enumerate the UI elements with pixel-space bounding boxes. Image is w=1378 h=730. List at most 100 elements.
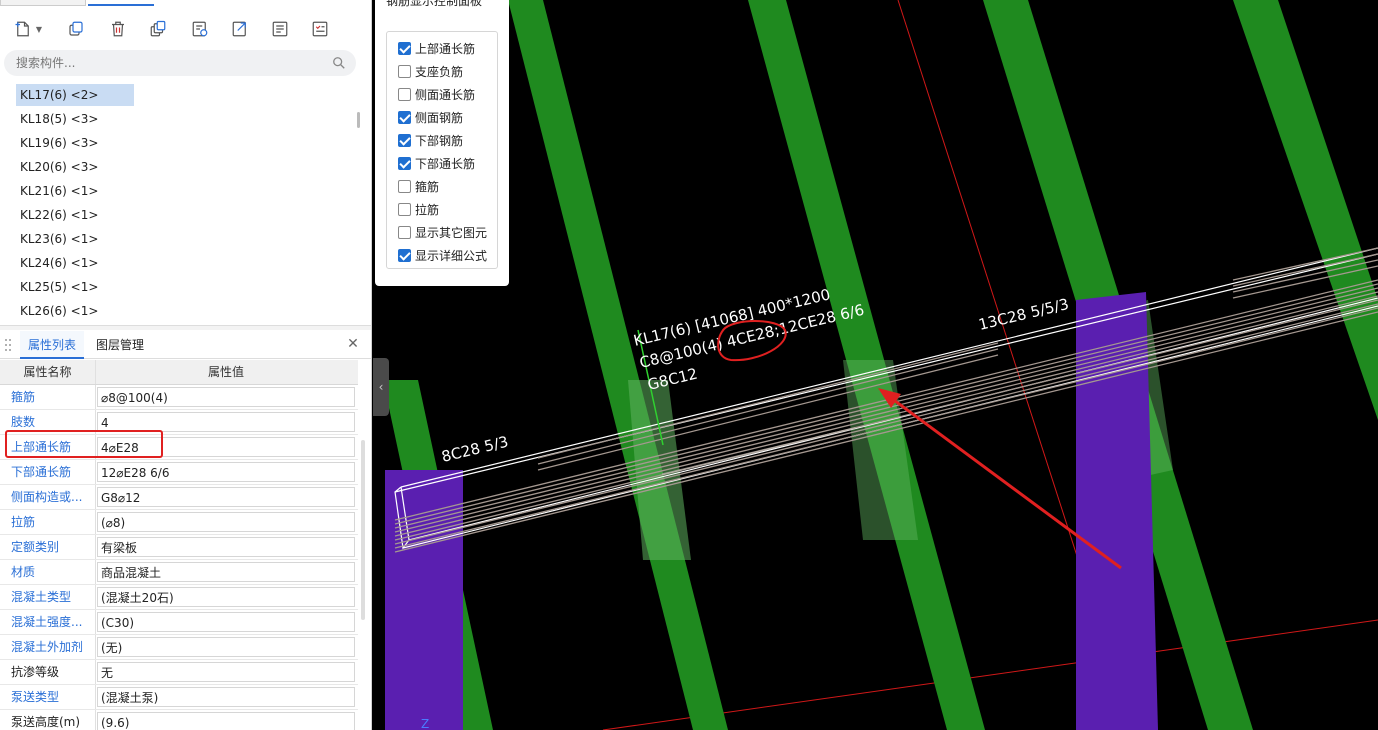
checkbox-unchecked-icon[interactable] <box>398 225 411 239</box>
tab-property-list[interactable]: 属性列表 <box>20 331 85 359</box>
export-icon <box>232 21 246 37</box>
property-value[interactable]: (C30) <box>97 612 355 632</box>
checkbox-option[interactable]: 箍筋 <box>398 177 439 195</box>
new-file-icon <box>15 21 29 37</box>
top-tab-bar <box>0 0 371 8</box>
checkbox-checked-icon[interactable] <box>398 133 411 147</box>
property-value[interactable]: 商品混凝土 <box>97 562 355 582</box>
property-scrollbar[interactable] <box>361 440 365 620</box>
list-item[interactable]: KL19(6) <3> <box>16 132 134 154</box>
property-value[interactable]: (混凝土20石) <box>97 587 355 607</box>
axis-z-indicator: Z <box>421 717 429 730</box>
property-value[interactable]: 4 <box>97 412 355 432</box>
property-name: 混凝土强度... <box>0 610 96 634</box>
collapse-panel-button[interactable]: ‹ <box>373 358 389 416</box>
list-item[interactable]: KL22(6) <1> <box>16 204 134 226</box>
checkbox-checked-icon[interactable] <box>398 156 411 170</box>
checkbox-option[interactable]: 拉筋 <box>398 200 439 218</box>
column-purple <box>385 470 463 730</box>
layer-copy-button[interactable] <box>144 16 172 42</box>
list-item[interactable]: KL17(6) <2> <box>16 84 134 106</box>
rebar-display-control-panel: 钢筋显示控制面板 上部通长筋支座负筋侧面通长筋侧面钢筋下部钢筋下部通长筋箍筋拉筋… <box>375 0 509 286</box>
component-toolbar: ▼ <box>0 12 371 46</box>
property-value[interactable]: 12⌀E28 6/6 <box>97 462 355 482</box>
property-name: 箍筋 <box>0 385 96 409</box>
checkbox-option[interactable]: 侧面通长筋 <box>398 85 475 103</box>
viewport-canvas: ━━━━━━━━━━━━━━━━━━━━━━━━━━━━━━ KL17(6) [… <box>383 0 1378 730</box>
property-value[interactable]: (⌀8) <box>97 512 355 532</box>
checkbox-option[interactable]: 下部钢筋 <box>398 131 463 149</box>
export-button[interactable] <box>226 16 254 42</box>
table-row: 定额类别 有梁板 <box>0 535 358 560</box>
copy-button[interactable] <box>62 16 90 42</box>
delete-button[interactable] <box>104 16 132 42</box>
property-name: 抗渗等级 <box>0 660 96 684</box>
search-icon[interactable] <box>332 56 346 70</box>
checkbox-checked-icon[interactable] <box>398 248 411 262</box>
top-tab-1[interactable] <box>0 0 86 6</box>
list-item[interactable]: KL21(6) <1> <box>16 180 134 202</box>
list-item[interactable]: KL24(6) <1> <box>16 252 134 274</box>
tab-layer-management[interactable]: 图层管理 <box>88 331 152 359</box>
3d-viewport[interactable]: ━━━━━━━━━━━━━━━━━━━━━━━━━━━━━━ KL17(6) [… <box>373 0 1378 730</box>
property-panel-header: 属性列表 图层管理 ✕ <box>0 331 371 359</box>
checkbox-label: 拉筋 <box>415 202 440 217</box>
left-support-label: 8C28 5/3 <box>440 433 510 466</box>
list-item[interactable]: KL18(5) <3> <box>16 108 134 130</box>
list-item[interactable]: KL26(6) <1> <box>16 300 134 322</box>
floor-copy-button[interactable] <box>186 16 214 42</box>
property-value[interactable]: G8⌀12 <box>97 487 355 507</box>
property-name: 拉筋 <box>0 510 96 534</box>
checkbox-option[interactable]: 下部通长筋 <box>398 154 475 172</box>
checkbox-checked-icon[interactable] <box>398 110 411 124</box>
property-value[interactable]: 有梁板 <box>97 537 355 557</box>
checkbox-label: 箍筋 <box>415 179 440 194</box>
properties-button[interactable] <box>266 16 294 42</box>
property-value[interactable]: (9.6) <box>97 712 355 730</box>
checkbox-unchecked-icon[interactable] <box>398 64 411 78</box>
checkbox-label: 下部通长筋 <box>415 156 476 171</box>
filter-button[interactable] <box>306 16 334 42</box>
checkbox-option[interactable]: 上部通长筋 <box>398 39 475 57</box>
control-panel-title: 钢筋显示控制面板 <box>386 0 483 8</box>
property-value[interactable]: ⌀8@100(4) <box>97 387 355 407</box>
table-row: 下部通长筋 12⌀E28 6/6 <box>0 460 358 485</box>
property-name: 泵送高度(m) <box>0 710 96 730</box>
list-scrollbar[interactable] <box>357 112 360 128</box>
search-input[interactable] <box>16 54 316 72</box>
table-row: 箍筋 ⌀8@100(4) <box>0 385 358 410</box>
property-value[interactable]: (混凝土泵) <box>97 687 355 707</box>
property-name: 混凝土外加剂 <box>0 635 96 659</box>
top-tab-2[interactable] <box>88 0 154 6</box>
close-icon[interactable]: ✕ <box>346 337 360 351</box>
checkbox-option[interactable]: 显示详细公式 <box>398 246 487 264</box>
property-name: 侧面构造或... <box>0 485 96 509</box>
table-row: 泵送高度(m) (9.6) <box>0 710 358 730</box>
property-value[interactable]: (无) <box>97 637 355 657</box>
list-item[interactable]: KL25(5) <1> <box>16 276 134 298</box>
list-item[interactable]: KL23(6) <1> <box>16 228 134 250</box>
list-item[interactable]: KL20(6) <3> <box>16 156 134 178</box>
property-value[interactable]: 无 <box>97 662 355 682</box>
table-row: 混凝土类型 (混凝土20石) <box>0 585 358 610</box>
layers-copy-icon <box>150 20 166 37</box>
checkbox-unchecked-icon[interactable] <box>398 87 411 101</box>
floor-copy-icon <box>192 21 208 37</box>
checkbox-option[interactable]: 支座负筋 <box>398 62 463 80</box>
left-panel: ▼ KL17(6) <2>KL18(5) <3>KL19(6) <3>KL20(… <box>0 0 372 730</box>
checkbox-unchecked-icon[interactable] <box>398 202 411 216</box>
table-row: 材质 商品混凝土 <box>0 560 358 585</box>
drag-grip-icon[interactable] <box>4 338 12 352</box>
checkbox-unchecked-icon[interactable] <box>398 179 411 193</box>
search-box <box>4 50 356 76</box>
checkbox-option[interactable]: 显示其它图元 <box>398 223 487 241</box>
checkbox-option[interactable]: 侧面钢筋 <box>398 108 463 126</box>
checkbox-label: 显示其它图元 <box>415 225 488 240</box>
checkbox-checked-icon[interactable] <box>398 41 411 55</box>
checkbox-label: 侧面通长筋 <box>415 87 476 102</box>
panel-splitter[interactable] <box>0 325 371 330</box>
column-header-name: 属性名称 <box>0 360 96 384</box>
new-component-button[interactable]: ▼ <box>8 16 48 42</box>
table-row: 侧面构造或... G8⌀12 <box>0 485 358 510</box>
property-name: 混凝土类型 <box>0 585 96 609</box>
